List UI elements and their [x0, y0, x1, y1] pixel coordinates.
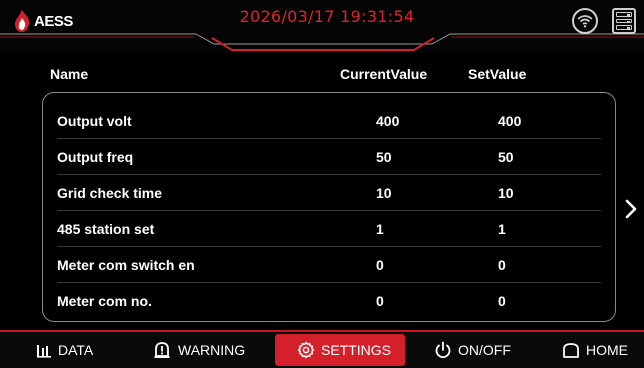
server-slot: [616, 12, 632, 17]
nav-settings-button[interactable]: SETTINGS: [275, 334, 405, 366]
row-name: Grid check time: [57, 185, 163, 201]
bottom-nav: DATA WARNING SETTINGS ON/OFF HOME: [0, 332, 644, 368]
row-set-value[interactable]: 400: [498, 103, 521, 139]
row-current-value: 1: [376, 221, 384, 237]
settings-table: Output volt 400 400 Output freq 50 50 Gr…: [42, 92, 616, 322]
row-name: 485 station set: [57, 221, 155, 237]
row-current-value: 400: [376, 113, 400, 129]
server-slot: [616, 25, 632, 31]
home-icon: [563, 343, 579, 358]
datetime-display: 2026/03/17 19:31:54: [239, 7, 415, 26]
wifi-icon[interactable]: [572, 8, 598, 34]
server-icon[interactable]: [612, 8, 636, 34]
column-header-current: CurrentValue: [340, 66, 428, 82]
row-set-value[interactable]: 50: [498, 139, 514, 175]
row-set-value[interactable]: 1: [498, 211, 506, 247]
table-row[interactable]: Meter com no. 0 0: [57, 283, 601, 319]
nav-onoff-label: ON/OFF: [458, 342, 511, 358]
flame-icon: [15, 10, 30, 32]
nav-settings-label: SETTINGS: [321, 342, 392, 358]
row-current-value: 0: [376, 257, 384, 273]
row-set-value[interactable]: 0: [498, 247, 506, 283]
row-current-value: 50: [376, 149, 392, 165]
chevron-right-icon[interactable]: [624, 198, 638, 220]
nav-home-button[interactable]: HOME: [562, 332, 628, 368]
header-bar: AESS 2026/03/17 19:31:54: [0, 0, 644, 52]
bar-chart-icon: [37, 345, 51, 358]
nav-data-label: DATA: [58, 342, 94, 358]
table-row[interactable]: Output freq 50 50: [57, 139, 601, 175]
table-row[interactable]: Grid check time 10 10: [57, 175, 601, 211]
row-name: Meter com no.: [57, 293, 152, 309]
row-set-value[interactable]: 10: [498, 175, 514, 211]
nav-onoff-button[interactable]: ON/OFF: [434, 332, 511, 368]
nav-warning-button[interactable]: WARNING: [152, 332, 245, 368]
gear-icon: [297, 341, 315, 359]
row-current-value: 10: [376, 185, 392, 201]
row-current-value: 0: [376, 293, 384, 309]
table-row[interactable]: Meter com switch en 0 0: [57, 247, 601, 283]
row-name: Output freq: [57, 149, 134, 165]
nav-data-button[interactable]: DATA: [36, 332, 93, 368]
column-header-set: SetValue: [468, 66, 527, 82]
row-name: Meter com switch en: [57, 257, 195, 273]
table-row[interactable]: 485 station set 1 1: [57, 211, 601, 247]
row-name: Output volt: [57, 113, 132, 129]
column-header-name: Name: [50, 66, 89, 82]
server-slot: [616, 18, 632, 24]
power-icon: [435, 341, 451, 359]
row-set-value[interactable]: 0: [498, 283, 506, 319]
warning-icon: [154, 342, 170, 358]
nav-warning-label: WARNING: [178, 342, 246, 358]
aess-logo: AESS: [12, 9, 73, 33]
logo-text: AESS: [34, 12, 73, 30]
table-row[interactable]: Output volt 400 400: [57, 103, 601, 139]
nav-home-label: HOME: [586, 342, 628, 358]
